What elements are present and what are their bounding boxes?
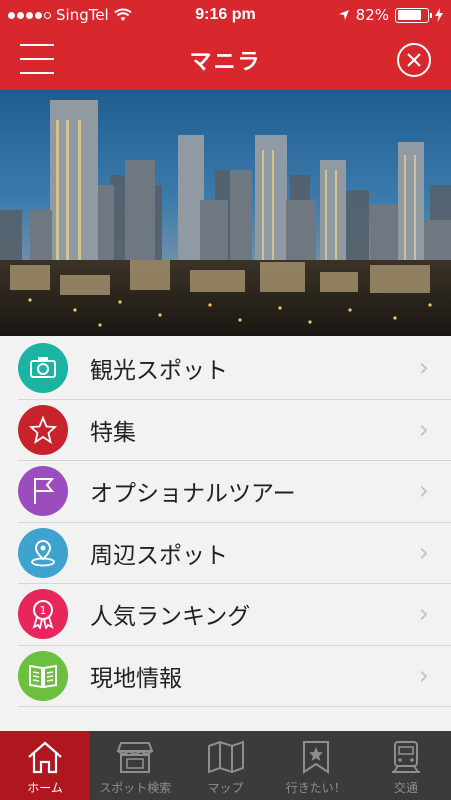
location-pin-icon [18,527,68,578]
menu-item-label: 現地情報 [90,665,182,692]
home-icon [28,741,62,774]
tab-label: 行きたい！ [285,781,346,795]
chevron-right-icon: › [418,537,429,568]
flag-icon [18,466,68,517]
nav-bar: マニラ [0,30,451,90]
category-menu-list: 観光スポット › 特集 › オプショナルツアー › 周辺スポット › 1 人気ラ… [18,338,451,707]
menu-item-label: 人気ランキング [90,604,251,631]
location-arrow-icon [338,10,349,20]
map-icon [207,740,244,774]
carrier-name: SingTel [56,6,109,24]
battery-icon [395,7,432,23]
chevron-right-icon: › [418,414,429,445]
chevron-right-icon: › [418,353,429,384]
menu-item-label: 周辺スポット [90,542,228,569]
book-icon [18,650,68,701]
svg-text:1: 1 [40,604,47,617]
chevron-right-icon: › [418,599,429,630]
page-title: マニラ [189,50,262,75]
menu-item-label: 観光スポット [90,358,228,385]
hamburger-menu-icon[interactable] [20,44,54,74]
shop-icon [116,742,154,773]
menu-item-optional-tours[interactable]: オプショナルツアー › [18,461,451,523]
status-time: 9:16 pm [195,6,256,23]
bookmark-star-icon [302,741,329,774]
hero-image [0,90,451,336]
charging-bolt-icon [435,8,443,22]
star-icon [18,404,68,455]
tab-home[interactable]: ホーム [0,731,91,800]
tab-map[interactable]: マップ [180,731,270,800]
menu-item-features[interactable]: 特集 › [18,400,451,461]
menu-item-local-info[interactable]: 現地情報 › [18,646,451,707]
tab-spot-search[interactable]: スポット検索 [90,731,180,800]
tab-label: マップ [207,781,244,795]
tab-label: ホーム [27,781,63,795]
train-icon [391,741,420,773]
menu-item-label: オプショナルツアー [90,481,296,508]
battery-percentage: 82% [355,6,389,24]
bottom-tab-bar: ホーム スポット検索 マップ 行きたい！ 交通 [0,731,451,800]
menu-item-sightseeing-spots[interactable]: 観光スポット › [18,338,451,400]
tab-want-to-go[interactable]: 行きたい！ [271,731,361,800]
ranking-medal-icon: 1 [18,589,68,640]
menu-item-nearby-spots[interactable]: 周辺スポット › [18,523,451,584]
tab-label: スポット検索 [99,781,172,795]
camera-icon [18,343,68,394]
status-bar: SingTel 9:16 pm 82% [0,0,451,30]
tab-transportation[interactable]: 交通 [361,731,451,800]
wifi-icon [114,8,132,21]
close-button[interactable] [397,43,431,77]
close-icon [407,53,421,67]
tab-label: 交通 [393,781,418,795]
chevron-right-icon: › [418,476,429,507]
chevron-right-icon: › [418,660,429,691]
signal-strength-icon [8,11,51,19]
menu-item-label: 特集 [90,419,136,446]
menu-item-popular-ranking[interactable]: 1 人気ランキング › [18,584,451,646]
